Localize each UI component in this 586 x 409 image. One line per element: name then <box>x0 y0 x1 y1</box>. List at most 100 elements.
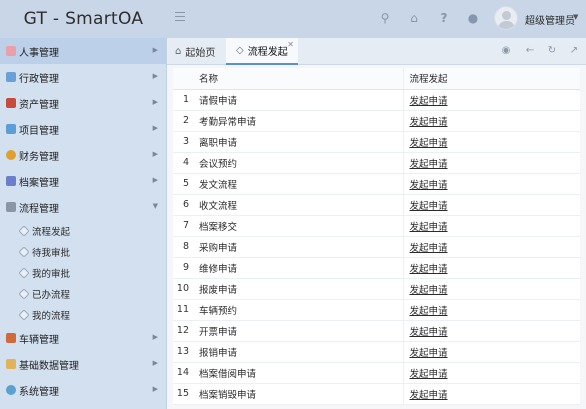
menu-toggle-icon[interactable] <box>175 12 185 24</box>
row-name: 档案借阅申请 <box>195 362 404 384</box>
sidebar-item-basic-data[interactable]: 基础数据管理 ▶ <box>0 351 166 377</box>
home-icon[interactable]: ⌂ <box>407 11 421 25</box>
start-request-link[interactable]: 发起申请 <box>410 306 448 317</box>
start-request-link[interactable]: 发起申请 <box>410 327 448 338</box>
chevron-right-icon: ▶ <box>152 46 158 54</box>
chevron-right-icon: ▶ <box>152 176 158 184</box>
tab-label: 流程发起 <box>247 47 288 58</box>
assets-icon <box>6 98 16 108</box>
tab-start-flow[interactable]: ◇ 流程发起 ✕ <box>226 38 298 65</box>
row-index: 5 <box>173 173 195 195</box>
row-index: 9 <box>173 257 195 279</box>
sidebar-subitem-my-approvals[interactable]: 我的审批 <box>0 262 166 283</box>
chevron-down-icon[interactable]: ▼ <box>573 13 578 21</box>
row-action-cell: 发起申请 <box>403 131 580 153</box>
sidebar-item-label: 行政管理 <box>19 73 59 85</box>
sidebar-subitem-my-flows[interactable]: 我的流程 <box>0 304 166 325</box>
diamond-icon <box>18 287 30 300</box>
table-row: 12 开票申请 发起申请 <box>173 320 580 342</box>
table-row: 1 请假申请 发起申请 <box>173 89 580 111</box>
start-request-link[interactable]: 发起申请 <box>410 264 448 275</box>
sidebar-item-workflow[interactable]: 流程管理 ▼ <box>0 194 166 220</box>
chat-icon[interactable]: ● <box>466 11 480 25</box>
start-request-link[interactable]: 发起申请 <box>410 117 448 128</box>
start-request-link[interactable]: 发起申请 <box>410 243 448 254</box>
diamond-icon: ◇ <box>236 45 244 56</box>
row-name: 开票申请 <box>195 320 404 342</box>
row-action-cell: 发起申请 <box>403 341 580 363</box>
tab-home[interactable]: ⌂ 起始页 <box>175 38 215 65</box>
row-name: 采购申请 <box>195 236 404 258</box>
chevron-right-icon: ▶ <box>152 150 158 158</box>
row-index: 11 <box>173 299 195 321</box>
sidebar-subitem-start-flow[interactable]: 流程发起 <box>0 220 166 241</box>
sidebar-item-projects[interactable]: 项目管理 ▶ <box>0 116 166 142</box>
subitem-label: 待我审批 <box>32 247 71 259</box>
chevron-down-icon: ▼ <box>152 202 158 210</box>
diamond-icon <box>18 308 30 321</box>
diamond-icon <box>18 245 30 258</box>
help-icon[interactable]: ? <box>437 11 451 25</box>
sidebar-item-label: 财务管理 <box>19 151 59 163</box>
row-action-cell: 发起申请 <box>403 320 580 342</box>
row-index: 4 <box>173 152 195 174</box>
refresh-icon[interactable]: ↻ <box>546 45 558 57</box>
subitem-label: 流程发起 <box>32 226 71 238</box>
start-request-link[interactable]: 发起申请 <box>410 201 448 212</box>
sidebar-item-label: 人事管理 <box>19 47 59 59</box>
popout-icon[interactable]: ↗ <box>568 45 580 57</box>
data-icon <box>6 359 16 369</box>
user-icon <box>6 46 16 56</box>
row-name: 会议预约 <box>195 152 404 174</box>
start-request-link[interactable]: 发起申请 <box>410 138 448 149</box>
sidebar-item-hr[interactable]: 人事管理 ▶ <box>0 38 166 64</box>
row-index: 3 <box>173 131 195 153</box>
start-request-link[interactable]: 发起申请 <box>410 348 448 359</box>
sidebar-item-vehicles[interactable]: 车辆管理 ▶ <box>0 325 166 351</box>
table-row: 5 发文流程 发起申请 <box>173 173 580 195</box>
sidebar-subitem-completed[interactable]: 已办流程 <box>0 283 166 304</box>
row-index: 15 <box>173 383 195 405</box>
row-action-cell: 发起申请 <box>403 299 580 321</box>
row-name: 考勤异常申请 <box>195 110 404 132</box>
start-request-link[interactable]: 发起申请 <box>410 285 448 296</box>
start-request-link[interactable]: 发起申请 <box>410 369 448 380</box>
row-action-cell: 发起申请 <box>403 278 580 300</box>
table-row: 2 考勤异常申请 发起申请 <box>173 110 580 132</box>
username-label[interactable]: 超级管理员 <box>525 12 575 27</box>
avatar[interactable] <box>494 6 518 30</box>
row-action-cell: 发起申请 <box>403 194 580 216</box>
row-action-cell: 发起申请 <box>403 383 580 405</box>
chevron-right-icon: ▶ <box>152 333 158 341</box>
bell-icon[interactable]: ◉ <box>500 45 512 57</box>
sidebar-item-label: 基础数据管理 <box>19 360 79 372</box>
chevron-right-icon: ▶ <box>152 124 158 132</box>
start-request-link[interactable]: 发起申请 <box>410 390 448 401</box>
sidebar-item-label: 项目管理 <box>19 125 59 137</box>
sidebar-item-label: 系统管理 <box>19 386 59 398</box>
back-arrow-icon[interactable]: ← <box>524 45 536 57</box>
sidebar-item-assets[interactable]: 资产管理 ▶ <box>0 90 166 116</box>
sidebar-subitem-pending-approval[interactable]: 待我审批 <box>0 241 166 262</box>
search-icon[interactable]: ⚲ <box>378 11 392 25</box>
sidebar-item-finance[interactable]: 财务管理 ▶ <box>0 142 166 168</box>
header-index <box>173 68 195 90</box>
tab-bar: ⌂ 起始页 ◇ 流程发起 ✕ ◉ ← ↻ ↗ <box>167 38 586 65</box>
start-request-link[interactable]: 发起申请 <box>410 159 448 170</box>
start-request-link[interactable]: 发起申请 <box>410 180 448 191</box>
row-name: 档案销毁申请 <box>195 383 404 405</box>
coin-icon <box>6 150 16 160</box>
process-table: 名称 流程发起 1 请假申请 发起申请 2 考勤异常申请 发起申请 3 离职申请 发起申请 4 会议… <box>173 68 580 405</box>
start-request-link[interactable]: 发起申请 <box>410 96 448 107</box>
table-row: 9 维修申请 发起申请 <box>173 257 580 279</box>
diamond-icon <box>18 266 30 279</box>
row-index: 12 <box>173 320 195 342</box>
archive-icon <box>6 176 16 186</box>
start-request-link[interactable]: 发起申请 <box>410 222 448 233</box>
sidebar-item-admin[interactable]: 行政管理 ▶ <box>0 64 166 90</box>
sidebar-item-system[interactable]: 系统管理 ▶ <box>0 377 166 403</box>
content-area: 名称 流程发起 1 请假申请 发起申请 2 考勤异常申请 发起申请 3 离职申请 发起申请 4 会议… <box>167 65 586 409</box>
app-logo-title: GT - SmartOA <box>0 0 167 38</box>
close-icon[interactable]: ✕ <box>287 40 294 49</box>
sidebar-item-archives[interactable]: 档案管理 ▶ <box>0 168 166 194</box>
